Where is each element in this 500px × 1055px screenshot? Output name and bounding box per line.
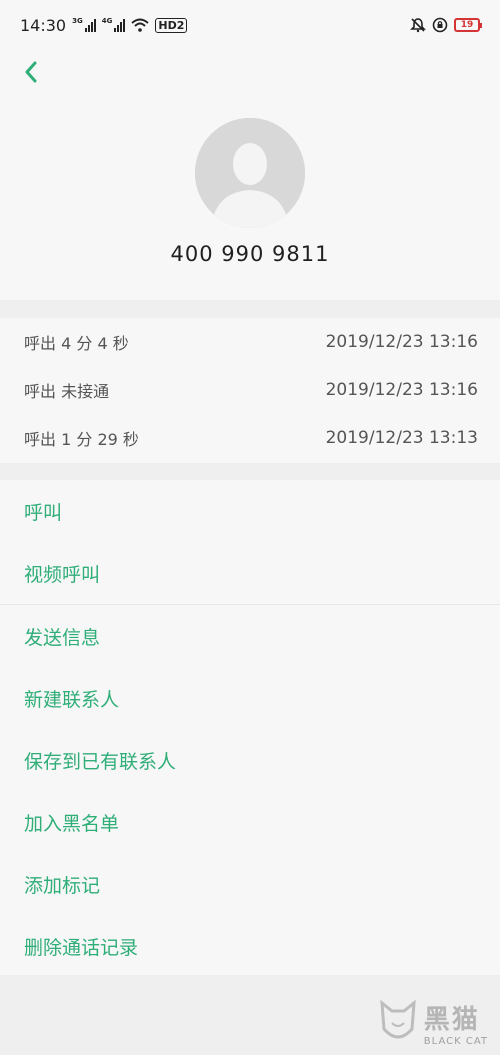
bell-mute-icon (410, 18, 426, 33)
call-log-row: 呼出 1 分 29 秒 2019/12/23 13:13 (0, 414, 500, 462)
avatar (195, 118, 305, 228)
action-list: 呼叫 视频呼叫 发送信息 新建联系人 保存到已有联系人 加入黑名单 添加标记 删… (0, 480, 500, 975)
watermark-cn: 黑猫 (423, 1005, 480, 1035)
add-to-blacklist-button[interactable]: 加入黑名单 (0, 791, 500, 853)
watermark: 黑猫 BLACK CAT (378, 999, 488, 1047)
status-bar: 14:30 3G 4G HD2 19 (0, 0, 500, 50)
call-type: 呼出 4 分 4 秒 (24, 334, 129, 353)
call-datetime: 2019/12/23 13:16 (325, 332, 478, 352)
delete-call-log-button[interactable]: 删除通话记录 (0, 915, 500, 977)
screen: 14:30 3G 4G HD2 19 400 990 9811 呼出 4 分 4… (0, 0, 500, 1055)
rotation-lock-icon (432, 17, 448, 33)
chevron-left-icon (25, 61, 37, 83)
back-button[interactable] (18, 58, 46, 86)
wifi-icon (131, 18, 150, 32)
call-datetime: 2019/12/23 13:13 (325, 428, 478, 448)
signal-icon-2: 4G (102, 18, 126, 32)
battery-level: 19 (460, 20, 474, 30)
call-type: 呼出 未接通 (24, 382, 110, 401)
call-button[interactable]: 呼叫 (0, 480, 500, 542)
signal-icon: 3G (72, 18, 96, 32)
call-log: 呼出 4 分 4 秒 2019/12/23 13:16 呼出 未接通 2019/… (0, 318, 500, 463)
call-log-row: 呼出 未接通 2019/12/23 13:16 (0, 366, 500, 414)
watermark-text: 黑猫 BLACK CAT (424, 999, 488, 1047)
person-silhouette-icon (195, 118, 305, 228)
contact-header: 400 990 9811 (0, 50, 500, 300)
video-call-button[interactable]: 视频呼叫 (0, 542, 500, 604)
status-right: 19 (410, 17, 482, 33)
net-type-1: 3G (72, 17, 83, 25)
call-type: 呼出 1 分 29 秒 (24, 430, 139, 449)
black-cat-logo-icon (380, 999, 416, 1039)
save-to-existing-contact-button[interactable]: 保存到已有联系人 (0, 729, 500, 791)
watermark-en: BLACK CAT (423, 1036, 488, 1047)
status-time: 14:30 (20, 15, 67, 35)
new-contact-button[interactable]: 新建联系人 (0, 667, 500, 729)
net-type-2: 4G (101, 17, 113, 25)
phone-number: 400 990 9811 (170, 242, 330, 266)
call-datetime: 2019/12/23 13:16 (325, 380, 478, 400)
send-message-button[interactable]: 发送信息 (0, 605, 500, 667)
hd-badge: HD2 (155, 17, 188, 33)
battery-icon: 19 (454, 18, 482, 32)
status-left: 14:30 3G 4G HD2 (20, 15, 188, 35)
call-log-row: 呼出 4 分 4 秒 2019/12/23 13:16 (0, 318, 500, 366)
add-tag-button[interactable]: 添加标记 (0, 853, 500, 915)
